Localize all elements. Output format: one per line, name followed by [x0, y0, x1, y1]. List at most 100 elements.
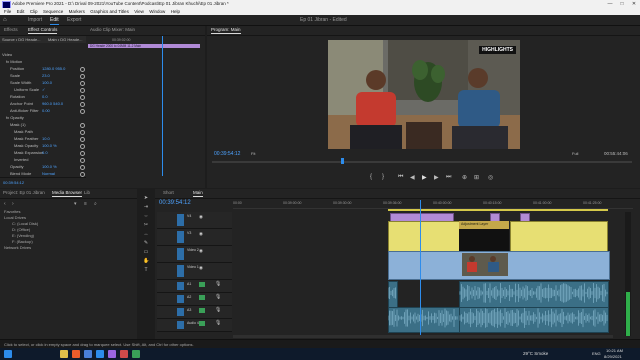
tree-item[interactable]: F: (Backup) — [12, 239, 33, 244]
browser-icon[interactable] — [72, 350, 80, 358]
mark-in-icon[interactable]: { — [370, 174, 372, 180]
back-arrow-icon[interactable]: ‹ — [4, 201, 6, 207]
hand-tool-icon[interactable]: ✋ — [143, 258, 149, 264]
fit-dropdown[interactable]: Fit — [251, 151, 255, 156]
effect-property-value[interactable]: 0.0 — [42, 94, 48, 99]
effect-property-value[interactable]: 100.0 % — [42, 164, 57, 169]
close-button[interactable]: ✕ — [628, 0, 640, 8]
tree-item[interactable]: D: (Office) — [12, 227, 30, 232]
menu-clip[interactable]: Clip — [30, 8, 38, 15]
adjustment-layer-clip[interactable]: Adjustment Layer — [459, 221, 509, 229]
ec-playhead[interactable] — [162, 36, 163, 176]
work-area-bar[interactable] — [388, 209, 608, 211]
eye-icon[interactable]: ◉ — [199, 231, 203, 237]
effect-property-value[interactable]: 960.0 540.0 — [42, 101, 63, 106]
overwrite-icon[interactable]: ⊞ — [474, 174, 479, 181]
effect-property-value[interactable]: 1280.0 955.0 — [42, 66, 65, 71]
eye-icon[interactable]: ◉ — [199, 248, 203, 254]
keyframe-stopwatch-icon[interactable] — [80, 94, 85, 100]
media-icon[interactable] — [120, 350, 128, 358]
mute-toggle[interactable] — [199, 295, 205, 300]
menu-window[interactable]: Window — [149, 8, 165, 15]
export-frame-icon[interactable]: ◎ — [488, 174, 493, 181]
tab-libraries[interactable]: Lib — [84, 190, 90, 195]
workspace-edit[interactable]: Edit — [50, 17, 59, 25]
tab-audio-mixer[interactable]: Audio Clip Mixer: Main — [90, 27, 135, 32]
track-target-toggle[interactable] — [177, 214, 184, 226]
tab-media-browser[interactable]: Media Browser — [52, 190, 83, 197]
track-target-toggle[interactable] — [177, 308, 184, 316]
video-thumbnail-clip[interactable] — [462, 253, 508, 276]
track-target-toggle[interactable] — [177, 321, 184, 329]
black-video-clip[interactable] — [459, 229, 509, 251]
slip-tool-icon[interactable]: ↔ — [143, 231, 149, 237]
mic-icon[interactable]: 🎙 — [215, 307, 221, 313]
track-target-toggle[interactable] — [177, 231, 184, 243]
rectangle-tool-icon[interactable]: ▭ — [143, 249, 149, 255]
start-icon[interactable] — [4, 350, 12, 358]
track-target-toggle[interactable] — [177, 265, 184, 277]
frame-forward-icon[interactable]: ▶ — [434, 174, 439, 181]
track-target-toggle[interactable] — [177, 248, 184, 260]
frame-back-icon[interactable]: ◀ — [410, 174, 415, 181]
tab-effect-controls[interactable]: Effect Controls — [28, 27, 58, 34]
mic-icon[interactable]: 🎙 — [215, 281, 221, 287]
menu-help[interactable]: Help — [171, 8, 180, 15]
keyframe-stopwatch-icon[interactable] — [80, 136, 85, 142]
play-icon[interactable]: ▶ — [422, 174, 427, 181]
program-scrubber[interactable] — [212, 161, 632, 163]
timeline-scrollbar[interactable] — [233, 335, 613, 338]
tab-program[interactable]: Program: Main — [211, 27, 241, 34]
maximize-button[interactable]: □ — [616, 0, 628, 8]
keyframe-stopwatch-icon[interactable] — [80, 101, 85, 107]
filter-icon[interactable]: ▾ — [74, 201, 77, 207]
menu-sequence[interactable]: Sequence — [43, 8, 63, 15]
mic-icon[interactable]: 🎙 — [215, 294, 221, 300]
sequence-label[interactable]: Main • DG Heade... — [48, 37, 83, 42]
weather-widget[interactable]: 29°C Smoke — [523, 351, 548, 356]
clip-yellow-v3[interactable] — [388, 221, 460, 253]
effect-property-value[interactable]: 10.0 — [42, 136, 50, 141]
keyframe-stopwatch-icon[interactable] — [80, 164, 85, 170]
keyframe-stopwatch-icon[interactable] — [80, 143, 85, 149]
effect-property-value[interactable]: 0.0 — [42, 150, 48, 155]
workspace-import[interactable]: Import — [28, 17, 42, 23]
mail-icon[interactable] — [96, 350, 104, 358]
effect-property-value[interactable]: 0.00 — [42, 108, 50, 113]
program-playhead[interactable] — [341, 158, 344, 164]
tree-item[interactable]: Network Drives — [4, 245, 31, 250]
search-icon[interactable]: ⌕ — [94, 201, 97, 207]
eye-icon[interactable]: ◉ — [199, 265, 203, 271]
keyframe-stopwatch-icon[interactable] — [80, 108, 85, 114]
keyframe-stopwatch-icon[interactable] — [80, 129, 85, 135]
clock-time[interactable]: 10:21 AM — [606, 348, 623, 353]
effect-property-value[interactable]: ✓ — [42, 87, 45, 92]
effect-property-value[interactable]: 100.0 % — [42, 143, 57, 148]
menu-file[interactable]: File — [4, 8, 11, 15]
menu-view[interactable]: View — [134, 8, 144, 15]
keyframe-stopwatch-icon[interactable] — [80, 171, 85, 177]
track-select-icon[interactable]: ⇥ — [143, 204, 149, 210]
explorer-icon[interactable] — [60, 350, 68, 358]
insert-icon[interactable]: ⊕ — [462, 174, 467, 181]
tab-effects[interactable]: Effects — [4, 27, 18, 32]
language-indicator[interactable]: ENG — [592, 351, 601, 356]
spotify-icon[interactable] — [132, 350, 140, 358]
clip-bar[interactable]: DG Heade 2000 to 04MM 11-2 Main — [88, 44, 200, 48]
keyframe-stopwatch-icon[interactable] — [80, 87, 85, 93]
track-target-toggle[interactable] — [177, 282, 184, 290]
tab-project[interactable]: Project: Ep 01 Jibran — [3, 190, 45, 195]
keyframe-stopwatch-icon[interactable] — [80, 157, 85, 163]
directory-view-icon[interactable]: ≡ — [84, 201, 87, 207]
tree-item[interactable]: E: (Vending) — [12, 233, 34, 238]
tab-main[interactable]: Main — [193, 190, 203, 197]
keyframe-stopwatch-icon[interactable] — [80, 150, 85, 156]
keyframe-stopwatch-icon[interactable] — [80, 122, 85, 128]
eye-icon[interactable]: ◉ — [199, 214, 203, 220]
workspace-export[interactable]: Export — [67, 17, 81, 23]
effect-property-value[interactable]: 100.0 — [42, 80, 52, 85]
word-icon[interactable] — [84, 350, 92, 358]
track-target-toggle[interactable] — [177, 295, 184, 303]
selection-tool-icon[interactable]: ➤ — [143, 195, 149, 201]
razor-tool-icon[interactable]: ✂ — [143, 222, 149, 228]
